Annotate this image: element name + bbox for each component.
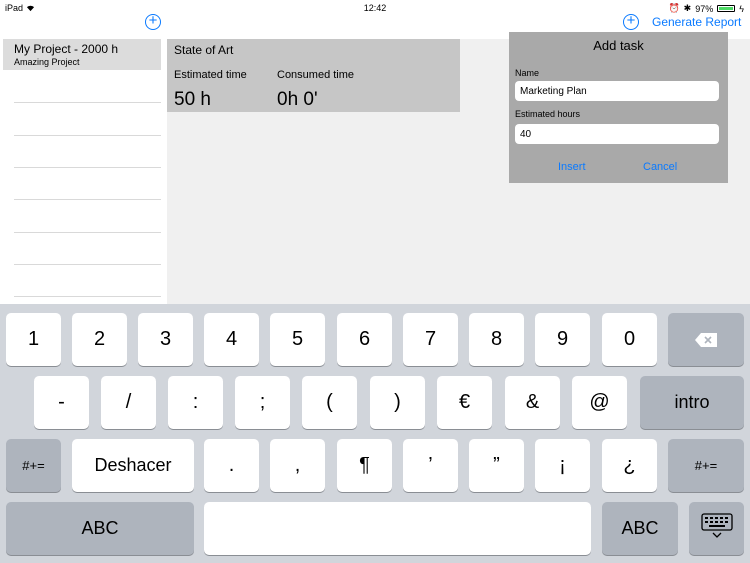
- add-task-title: Add task: [593, 38, 644, 53]
- name-label: Name: [515, 68, 540, 78]
- project-subtitle: Amazing Project: [14, 57, 80, 67]
- plus-circle-icon: +: [148, 12, 158, 29]
- row-separator: [14, 264, 161, 265]
- space-key[interactable]: [204, 502, 591, 555]
- key-at[interactable]: @: [572, 376, 627, 429]
- battery-icon: [717, 5, 736, 12]
- status-bar: iPad 12:42 ⏰ ✱ 97% ϟ: [0, 0, 750, 16]
- key-9[interactable]: 9: [535, 313, 590, 366]
- add-task-popover: Add task Name Marketing Plan Estimated h…: [509, 32, 728, 183]
- key-1[interactable]: 1: [6, 313, 61, 366]
- project-list-item[interactable]: My Project - 2000 h Amazing Project: [3, 39, 161, 70]
- keyboard-hide-icon: [700, 512, 733, 545]
- clock: 12:42: [363, 3, 387, 13]
- hide-keyboard-key[interactable]: [689, 502, 744, 555]
- key-inverted-question[interactable]: ¿: [602, 439, 657, 492]
- project-name: My Project - 2000 h: [14, 42, 119, 56]
- key-semicolon[interactable]: ;: [235, 376, 290, 429]
- consumed-time-value: 0h 0': [277, 89, 318, 110]
- charging-icon: ϟ: [739, 3, 744, 14]
- key-pilcrow[interactable]: ¶: [337, 439, 392, 492]
- battery-percent: 97%: [695, 3, 714, 14]
- key-quote[interactable]: ”: [469, 439, 524, 492]
- key-0[interactable]: 0: [602, 313, 657, 366]
- abc-key-right[interactable]: ABC: [602, 502, 678, 555]
- key-8[interactable]: 8: [469, 313, 524, 366]
- return-key[interactable]: intro: [640, 376, 744, 429]
- key-euro[interactable]: €: [437, 376, 492, 429]
- key-4[interactable]: 4: [204, 313, 259, 366]
- generate-report-button[interactable]: Generate Report: [652, 15, 741, 29]
- plus-circle-icon: +: [626, 12, 636, 29]
- row-separator: [14, 296, 161, 297]
- estimated-time-label: Estimated time: [174, 69, 247, 81]
- row-separator: [14, 102, 161, 103]
- key-2[interactable]: 2: [72, 313, 127, 366]
- key-ampersand[interactable]: &: [505, 376, 560, 429]
- key-comma[interactable]: ,: [270, 439, 325, 492]
- app-screen: iPad 12:42 ⏰ ✱ 97% ϟ + + Generate Report…: [0, 0, 750, 563]
- row-separator: [14, 135, 161, 136]
- state-card: State of Art Estimated time Consumed tim…: [167, 39, 460, 112]
- delete-key[interactable]: [668, 313, 744, 366]
- key-5[interactable]: 5: [270, 313, 325, 366]
- alarm-icon: ⏰: [668, 3, 680, 13]
- key-7[interactable]: 7: [403, 313, 458, 366]
- key-close-paren[interactable]: ): [370, 376, 425, 429]
- cancel-button[interactable]: Cancel: [643, 161, 677, 173]
- undo-key[interactable]: Deshacer: [72, 439, 194, 492]
- key-colon[interactable]: :: [168, 376, 223, 429]
- key-3[interactable]: 3: [138, 313, 193, 366]
- keyboard: 1 2 3 4 5 6 7 8 9 0 - / : ; ( ) € & @ in…: [0, 304, 750, 563]
- status-right: ⏰ ✱ 97% ϟ: [668, 3, 744, 14]
- row-separator: [14, 167, 161, 168]
- state-title: State of Art: [174, 43, 234, 57]
- more-symbols-key-left[interactable]: #+=: [6, 439, 61, 492]
- consumed-time-label: Consumed time: [277, 69, 355, 81]
- estimated-hours-field[interactable]: 40: [515, 124, 719, 144]
- backspace-icon: [695, 332, 717, 347]
- key-apostrophe[interactable]: ’: [403, 439, 458, 492]
- hours-label: Estimated hours: [515, 109, 581, 119]
- insert-button[interactable]: Insert: [558, 161, 586, 173]
- key-open-paren[interactable]: (: [302, 376, 357, 429]
- key-slash[interactable]: /: [101, 376, 156, 429]
- add-task-button[interactable]: +: [623, 12, 639, 30]
- key-6[interactable]: 6: [337, 313, 392, 366]
- key-hyphen[interactable]: -: [34, 376, 89, 429]
- project-list: My Project - 2000 h Amazing Project: [3, 39, 161, 304]
- task-name-field[interactable]: Marketing Plan: [515, 81, 719, 101]
- bluetooth-icon: ✱: [683, 3, 692, 13]
- add-project-button[interactable]: +: [145, 12, 161, 30]
- more-symbols-key-right[interactable]: #+=: [668, 439, 744, 492]
- abc-key-left[interactable]: ABC: [6, 502, 194, 555]
- row-separator: [14, 232, 161, 233]
- key-period[interactable]: .: [204, 439, 259, 492]
- key-inverted-exclamation[interactable]: ¡: [535, 439, 590, 492]
- estimated-time-value: 50 h: [174, 89, 211, 110]
- row-separator: [14, 199, 161, 200]
